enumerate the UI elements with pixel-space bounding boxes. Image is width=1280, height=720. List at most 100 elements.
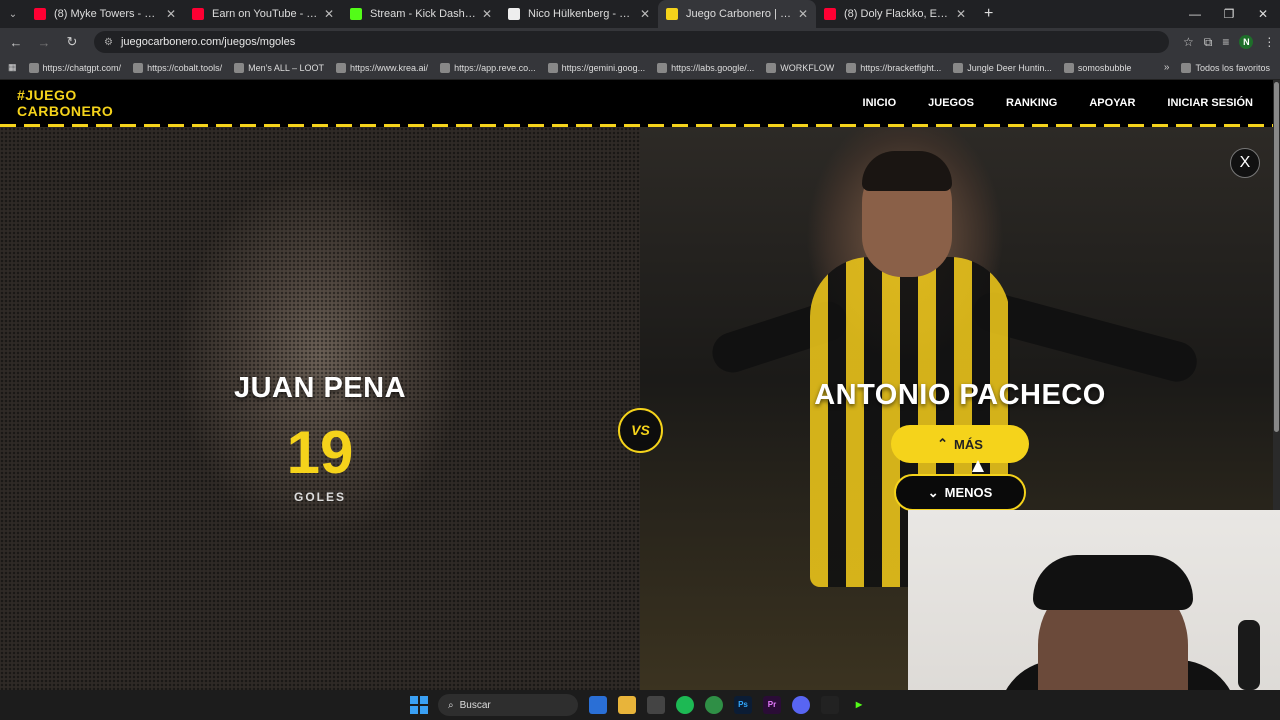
- photoshop-icon[interactable]: Ps: [734, 696, 752, 714]
- drive-icon: [766, 62, 777, 73]
- reve-icon: [440, 62, 451, 73]
- streamer-cap: [1033, 555, 1193, 610]
- nav-juegos[interactable]: JUEGOS: [928, 97, 974, 109]
- bookmark-label: WORKFLOW: [780, 62, 835, 73]
- close-tab-icon[interactable]: ✕: [482, 7, 492, 21]
- close-tab-icon[interactable]: ✕: [324, 7, 334, 21]
- media-icon[interactable]: ≡: [1222, 35, 1229, 49]
- juego-carbonero-icon: [666, 8, 678, 20]
- bookmark-item[interactable]: WORKFLOW: [766, 62, 835, 73]
- wikipedia-icon: [508, 8, 520, 20]
- discord-icon[interactable]: [792, 696, 810, 714]
- bookmark-item[interactable]: https://bracketfight...: [846, 62, 942, 73]
- loot-icon: [234, 62, 245, 73]
- folder-icon: [1181, 62, 1192, 73]
- more-button[interactable]: ⌃ MÁS: [891, 425, 1029, 463]
- more-bookmarks-icon[interactable]: »: [1164, 62, 1170, 73]
- close-game-button[interactable]: X: [1230, 148, 1260, 178]
- close-tab-icon[interactable]: ✕: [166, 7, 176, 21]
- youtube-icon: [34, 8, 46, 20]
- browser-tab[interactable]: (8) Doly Flackko, Emirsito, G ✕: [816, 0, 974, 28]
- bookmark-label: https://www.krea.ai/: [350, 62, 429, 73]
- url-text: juegocarbonero.com/juegos/mgoles: [120, 36, 296, 48]
- close-tab-icon[interactable]: ✕: [798, 7, 808, 21]
- bookmark-label: https://app.reve.co...: [454, 62, 536, 73]
- back-icon[interactable]: ←: [4, 35, 28, 50]
- taskbar-search[interactable]: ⌕ Buscar: [438, 694, 578, 716]
- right-player-name: ANTONIO PACHECO: [814, 379, 1106, 411]
- chevron-down-icon: ⌄: [927, 484, 939, 500]
- less-button[interactable]: ⌄ MENOS: [894, 474, 1026, 511]
- bookmarks-bar: ▦ https://chatgpt.com/ https://cobalt.to…: [0, 56, 1280, 80]
- tab-search-icon[interactable]: ⌄: [0, 0, 26, 28]
- windows-taskbar: ⌕ Buscar Ps Pr ▶: [0, 690, 1280, 720]
- window-controls: — ❐ ✕: [1178, 0, 1280, 28]
- taskbar-search-placeholder: Buscar: [459, 699, 491, 711]
- kick-icon[interactable]: ▶: [850, 696, 868, 714]
- scrollbar-thumb[interactable]: [1274, 82, 1279, 432]
- minimize-icon[interactable]: —: [1178, 0, 1212, 28]
- browser-tab[interactable]: Stream - Kick Dashboard ✕: [342, 0, 500, 28]
- gemini-icon: [547, 62, 558, 73]
- all-bookmarks-folder[interactable]: Todos los favoritos: [1181, 62, 1270, 73]
- main-nav: INICIO JUEGOS RANKING APOYAR INICIAR SES…: [831, 97, 1253, 109]
- browser-tab-bar: ⌄ (8) Myke Towers - Primer Meldó ✕ Earn …: [0, 0, 1280, 28]
- bracket-icon: [846, 62, 857, 73]
- bookmark-label: https://gemini.goog...: [561, 62, 646, 73]
- bookmark-label: https://cobalt.tools/: [147, 62, 223, 73]
- tab-title: Juego Carbonero | Peñarol: [686, 8, 792, 20]
- browser-tab[interactable]: Earn on YouTube - YouTube Stu ✕: [184, 0, 342, 28]
- app-icon[interactable]: [647, 696, 665, 714]
- address-bar[interactable]: ⚙ juegocarbonero.com/juegos/mgoles: [94, 31, 1169, 53]
- profile-avatar[interactable]: N: [1239, 35, 1254, 49]
- chrome-icon[interactable]: [705, 696, 723, 714]
- file-explorer-icon[interactable]: [618, 696, 636, 714]
- bookmark-label: https://bracketfight...: [860, 62, 942, 73]
- browser-tab[interactable]: Nico Hülkenberg - Wikipedia, la ✕: [500, 0, 658, 28]
- nav-ranking[interactable]: RANKING: [1006, 97, 1057, 109]
- bookmark-item[interactable]: somosbubble: [1063, 62, 1131, 73]
- bookmark-item[interactable]: Jungle Deer Huntin...: [953, 62, 1052, 73]
- left-player-panel: [0, 127, 640, 690]
- menu-icon[interactable]: ⋮: [1263, 35, 1275, 49]
- windows-start-icon[interactable]: [410, 696, 428, 714]
- epic-games-icon[interactable]: [821, 696, 839, 714]
- bookmark-item[interactable]: https://chatgpt.com/: [28, 62, 122, 73]
- game-icon: [953, 62, 964, 73]
- bookmark-item[interactable]: Men's ALL – LOOT: [234, 62, 324, 73]
- premiere-icon[interactable]: Pr: [763, 696, 781, 714]
- close-tab-icon[interactable]: ✕: [956, 7, 966, 21]
- webcam-overlay: [908, 510, 1280, 720]
- microphone: [1238, 620, 1260, 690]
- browser-tab[interactable]: (8) Myke Towers - Primer Meldó ✕: [26, 0, 184, 28]
- youtube-studio-icon: [192, 8, 204, 20]
- goals-label: GOLES: [293, 490, 346, 504]
- bookmark-item[interactable]: https://cobalt.tools/: [133, 62, 223, 73]
- browser-tab-active[interactable]: Juego Carbonero | Peñarol ✕: [658, 0, 816, 28]
- close-tab-icon[interactable]: ✕: [640, 7, 650, 21]
- site-info-icon[interactable]: ⚙: [104, 37, 113, 48]
- kick-icon: [350, 8, 362, 20]
- cobalt-icon: [133, 62, 144, 73]
- site-logo[interactable]: #JUEGO CARBONERO: [17, 87, 113, 119]
- bookmark-item[interactable]: https://app.reve.co...: [440, 62, 536, 73]
- bookmark-label: https://chatgpt.com/: [42, 62, 122, 73]
- bookmark-label: https://labs.google/...: [671, 62, 755, 73]
- apps-icon[interactable]: ▦: [8, 62, 17, 73]
- nav-inicio[interactable]: INICIO: [863, 97, 897, 109]
- close-window-icon[interactable]: ✕: [1246, 0, 1280, 28]
- extensions-icon[interactable]: ⧉: [1204, 35, 1213, 50]
- forward-icon[interactable]: →: [32, 35, 56, 50]
- bookmark-star-icon[interactable]: ☆: [1183, 35, 1194, 49]
- nav-iniciar-sesion[interactable]: INICIAR SESIÓN: [1167, 97, 1253, 109]
- nav-apoyar[interactable]: APOYAR: [1089, 97, 1135, 109]
- reload-icon[interactable]: ↻: [60, 34, 84, 50]
- bookmark-item[interactable]: https://www.krea.ai/: [336, 62, 429, 73]
- bookmark-item[interactable]: https://labs.google/...: [657, 62, 755, 73]
- vs-badge: VS: [618, 408, 663, 453]
- mail-icon[interactable]: [589, 696, 607, 714]
- spotify-icon[interactable]: [676, 696, 694, 714]
- new-tab-icon[interactable]: +: [984, 5, 993, 23]
- restore-icon[interactable]: ❐: [1212, 0, 1246, 28]
- bookmark-item[interactable]: https://gemini.goog...: [547, 62, 646, 73]
